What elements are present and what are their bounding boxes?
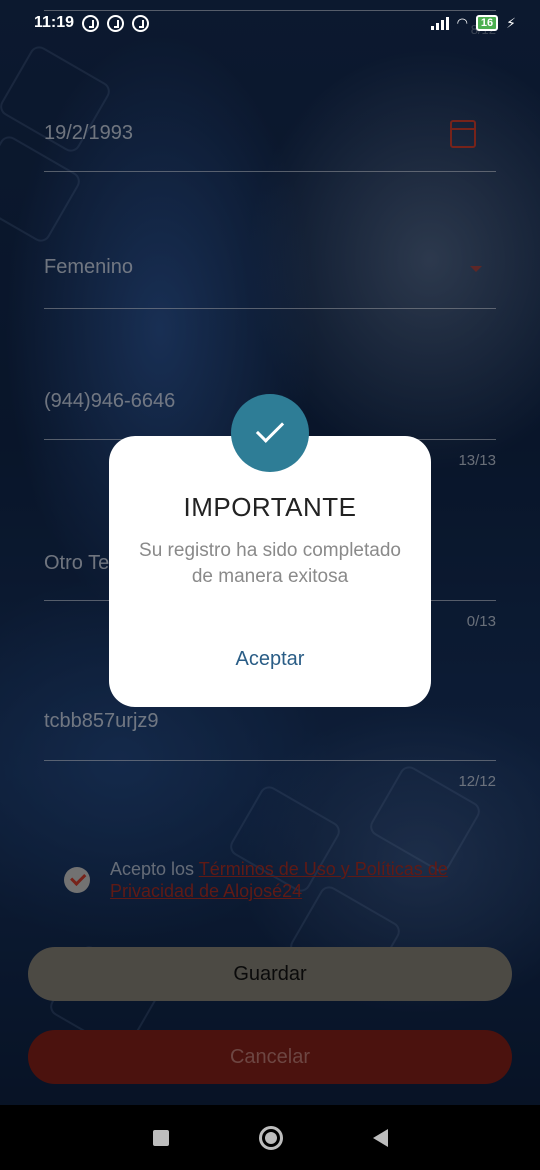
accept-button[interactable]: Aceptar [109,648,431,671]
alarm-icon [82,14,100,32]
status-left: 11:19 [34,14,150,32]
dialog-message: Su registro ha sido completado de manera… [139,540,401,587]
battery-icon: 16 [475,15,499,31]
wifi-icon: ◠ [456,15,468,30]
navigation-bar [0,1105,540,1170]
check-icon [255,414,285,443]
dialog-title: IMPORTANTE [183,492,357,522]
status-bar: 11:19 ◠ 16 ⚡ [0,0,540,46]
success-dialog: IMPORTANTE Su registro ha sido completad… [109,436,431,707]
recents-icon[interactable] [152,1129,169,1146]
signal-icon [430,16,449,30]
status-time: 11:19 [34,14,75,31]
charging-icon: ⚡ [506,14,516,31]
home-icon[interactable] [258,1125,283,1150]
back-icon[interactable] [372,1128,388,1147]
sync-icon [132,14,150,32]
status-right: ◠ 16 ⚡ [430,14,516,32]
sync-icon [107,14,125,32]
success-badge [231,394,309,472]
